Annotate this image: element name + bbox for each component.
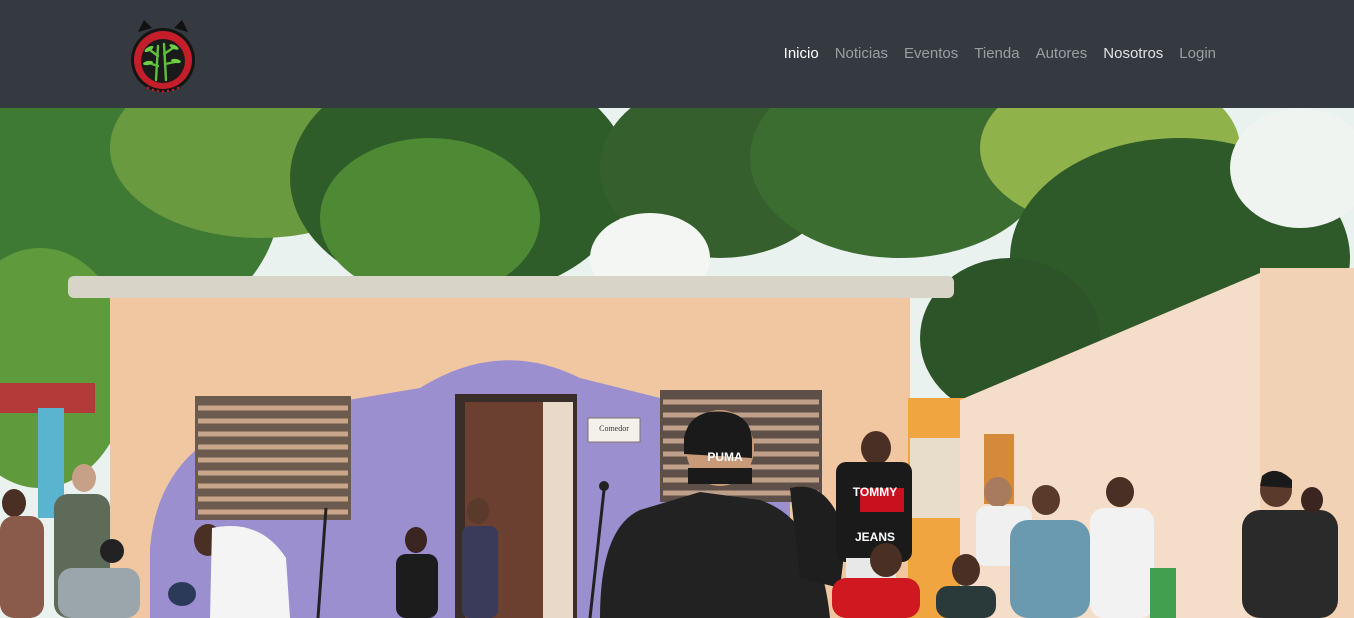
- comedor-sign: Comedor: [599, 424, 629, 433]
- shirt-text-bottom: JEANS: [855, 530, 895, 544]
- nav-item-eventos: Eventos: [896, 44, 966, 64]
- main-nav: Inicio Noticias Eventos Tienda Autores N…: [776, 0, 1224, 108]
- cat-bamboo-logo-icon: [131, 20, 195, 93]
- brand-logo-link[interactable]: [128, 18, 198, 96]
- nav-link-autores[interactable]: Autores: [1028, 44, 1096, 64]
- nav-link-login[interactable]: Login: [1171, 44, 1224, 64]
- cap-logo-text: PUMA: [707, 450, 743, 464]
- nav-link-tienda[interactable]: Tienda: [966, 44, 1027, 64]
- nav-item-login: Login: [1171, 44, 1224, 64]
- nav-link-inicio[interactable]: Inicio: [776, 44, 827, 64]
- hero-banner: Comedor PUMA TOMMY JEANS: [0, 108, 1354, 618]
- nav-item-tienda: Tienda: [966, 44, 1027, 64]
- nav-link-nosotros[interactable]: Nosotros: [1095, 44, 1171, 64]
- shirt-text-top: TOMMY: [853, 485, 897, 499]
- nav-link-noticias[interactable]: Noticias: [827, 44, 896, 64]
- nav-link-eventos[interactable]: Eventos: [896, 44, 966, 64]
- nav-item-nosotros: Nosotros: [1095, 44, 1171, 64]
- nav-item-noticias: Noticias: [827, 44, 896, 64]
- top-navbar: Inicio Noticias Eventos Tienda Autores N…: [0, 0, 1354, 108]
- nav-item-inicio: Inicio: [776, 44, 827, 64]
- nav-item-autores: Autores: [1028, 44, 1096, 64]
- hero-photo: Comedor PUMA TOMMY JEANS: [0, 108, 1354, 618]
